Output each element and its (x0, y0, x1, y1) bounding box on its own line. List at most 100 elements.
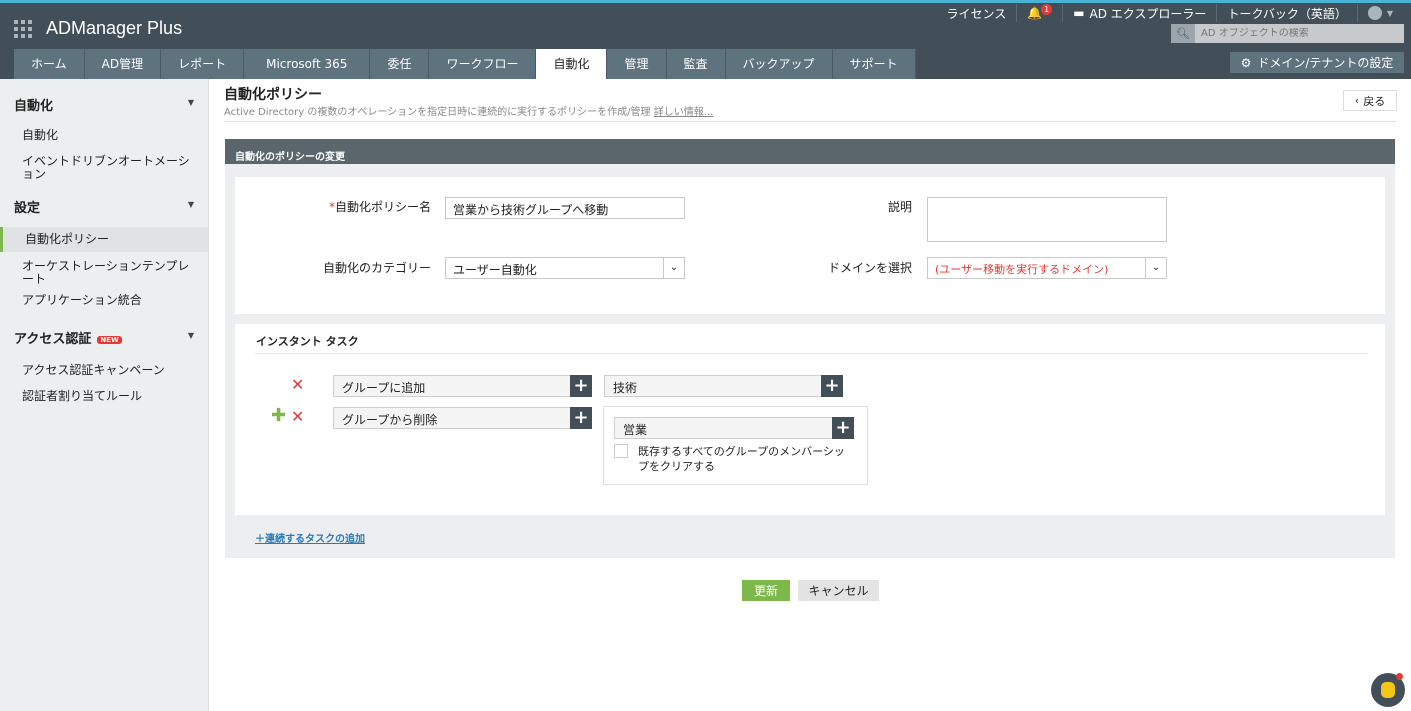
category-value: ユーザー自動化 (453, 263, 537, 277)
description-label: 説明 (887, 200, 912, 214)
caret-down-icon: ▼ (187, 331, 194, 340)
bot-icon (1381, 682, 1395, 698)
plus-icon[interactable]: + (570, 407, 592, 429)
policy-name-input[interactable]: 営業から技術グループへ移動 (445, 197, 685, 219)
clear-membership-checkbox[interactable] (614, 444, 628, 458)
chevron-down-icon: ▼ (1386, 8, 1393, 18)
section-label: 設定 (14, 201, 41, 216)
section-label: アクセス認証 (14, 332, 92, 347)
plus-icon[interactable]: + (570, 375, 592, 397)
divider (255, 353, 1367, 354)
instant-task-box: インスタント タスク ✕ グループに追加 + 技術 + ✚ ✕ グループから削除 + … (235, 324, 1385, 515)
task-1-group-label: 技術 (613, 381, 638, 395)
add-sequential-task-link[interactable]: ＋連続するタスクの追加 (255, 530, 365, 545)
sidebar-item-event-driven[interactable]: イベントドリブンオートメーション (22, 155, 197, 181)
tab-audit[interactable]: 監査 (666, 49, 726, 79)
panel-body: *自動化ポリシー名 営業から技術グループへ移動 説明 自動化のカテゴリー ユーザ… (225, 164, 1395, 558)
cancel-button[interactable]: キャンセル (798, 580, 879, 601)
notification-badge: 1 (1041, 3, 1053, 15)
task-2-action[interactable]: グループから削除 + (333, 407, 592, 429)
app-logo[interactable]: ADManager Plus (46, 18, 182, 39)
panel-header: 自動化のポリシーの変更 (225, 139, 1395, 164)
sidebar-item-orchestration-template[interactable]: オーケストレーションテンプレート (22, 260, 197, 286)
policy-settings-box: *自動化ポリシー名 営業から技術グループへ移動 説明 自動化のカテゴリー ユーザ… (235, 177, 1385, 314)
task-2-options: 営業 + 既存するすべてのグループのメンバーシップをクリアする (603, 406, 868, 485)
domain-settings-button[interactable]: ⚙ ドメイン/テナントの設定 (1230, 52, 1404, 73)
task-2-group-label: 営業 (623, 423, 648, 437)
category-label: 自動化のカテゴリー (322, 261, 431, 275)
top-links: ライセンス 🔔 1 ▬ AD エクスプローラー トークバック（英語） ▼ (936, 3, 1403, 22)
more-info-link[interactable]: 詳しい情報... (654, 107, 714, 118)
sidebar-item-app-integration[interactable]: アプリケーション統合 (22, 294, 197, 307)
user-menu[interactable]: ▼ (1356, 4, 1403, 22)
bell-icon: 🔔 (1027, 6, 1043, 20)
ad-explorer-link[interactable]: ▬ AD エクスプローラー (1062, 4, 1216, 22)
search-input[interactable] (1195, 28, 1395, 39)
sidebar-section-access-cert[interactable]: アクセス認証 NEW ▼ (14, 328, 194, 347)
section-label: 自動化 (14, 99, 54, 114)
task-2-label: グループから削除 (342, 413, 438, 427)
app-grid-icon[interactable] (14, 20, 32, 38)
divider (224, 121, 1396, 122)
tab-home[interactable]: ホーム (14, 49, 85, 79)
new-badge: NEW (97, 335, 122, 344)
task-2-group[interactable]: 営業 + (614, 417, 854, 439)
back-button[interactable]: ‹ 戻る (1343, 90, 1397, 111)
tab-ad-management[interactable]: AD管理 (84, 49, 162, 79)
gear-icon: ⚙ (1240, 55, 1252, 70)
sidebar-section-settings[interactable]: 設定 ▼ (14, 197, 194, 216)
domain-value: (ユーザー移動を実行するドメイン) (935, 263, 1109, 276)
sidebar-section-automation[interactable]: 自動化 ▼ (14, 95, 194, 114)
domain-settings-label: ドメイン/テナントの設定 (1257, 56, 1394, 70)
domain-select[interactable]: (ユーザー移動を実行するドメイン) ⌄ (927, 257, 1167, 279)
sidebar-item-certifier-rules[interactable]: 認証者割り当てルール (22, 390, 197, 403)
chevron-down-icon: ⌄ (663, 258, 684, 278)
search-icon[interactable]: 🔍︎ (1171, 24, 1195, 43)
remove-task-icon[interactable]: ✕ (291, 407, 304, 426)
task-1-group[interactable]: 技術 + (604, 375, 843, 397)
domain-label: ドメインを選択 (827, 261, 912, 275)
page-subtitle: Active Directory の複数のオペレーションを指定日時に連続的に実行… (224, 103, 713, 118)
tab-backup[interactable]: バックアップ (725, 49, 833, 79)
user-avatar-icon (1367, 6, 1382, 20)
tab-microsoft-365[interactable]: Microsoft 365 (244, 49, 371, 79)
talkback-link[interactable]: トークバック（英語） (1216, 4, 1356, 22)
chevron-down-icon: ⌄ (1145, 258, 1166, 278)
sidebar: 自動化 ▼ 自動化 イベントドリブンオートメーション 設定 ▼ 自動化ポリシー オー… (0, 79, 209, 711)
policy-name-label: *自動化ポリシー名 (328, 200, 431, 214)
plus-icon[interactable]: + (832, 417, 854, 439)
remove-task-icon[interactable]: ✕ (291, 375, 304, 394)
add-task-icon[interactable]: ✚ (271, 405, 286, 426)
category-select[interactable]: ユーザー自動化 ⌄ (445, 257, 685, 279)
caret-down-icon: ▼ (187, 200, 194, 209)
tab-admin[interactable]: 管理 (607, 49, 667, 79)
subtitle-text: Active Directory の複数のオペレーションを指定日時に連続的に実行… (224, 107, 651, 118)
plus-icon[interactable]: + (821, 375, 843, 397)
clear-membership-label: 既存するすべてのグループのメンバーシップをクリアする (638, 445, 845, 473)
sidebar-item-automation-policy[interactable]: 自動化ポリシー (0, 227, 208, 252)
update-button[interactable]: 更新 (742, 580, 790, 601)
tab-automation[interactable]: 自動化 (536, 49, 608, 79)
notifications-button[interactable]: 🔔 1 (1016, 3, 1062, 22)
sidebar-item-cert-campaign[interactable]: アクセス認証キャンペーン (22, 364, 197, 377)
ad-explorer-label: AD エクスプローラー (1089, 6, 1207, 21)
caret-down-icon: ▼ (187, 98, 194, 107)
chat-badge-dot (1396, 673, 1403, 680)
task-1-label: グループに追加 (342, 381, 426, 395)
tab-support[interactable]: サポート (832, 49, 916, 79)
ad-object-search: 🔍︎ (1171, 24, 1404, 43)
task-1-action[interactable]: グループに追加 + (333, 375, 592, 397)
back-label: 戻る (1363, 94, 1386, 108)
tab-workflow[interactable]: ワークフロー (429, 49, 537, 79)
sidebar-item-automation[interactable]: 自動化 (22, 129, 197, 142)
tab-delegation[interactable]: 委任 (370, 49, 430, 79)
page-title: 自動化ポリシー (224, 87, 322, 103)
license-link[interactable]: ライセンス (936, 4, 1016, 22)
chat-assistant-button[interactable] (1371, 673, 1405, 707)
main-tabs: ホーム AD管理 レポート Microsoft 365 委任 ワークフロー 自動… (14, 49, 916, 79)
tab-reports[interactable]: レポート (161, 49, 245, 79)
instant-task-title: インスタント タスク (256, 335, 359, 348)
description-textarea[interactable] (927, 197, 1167, 242)
folder-icon: ▬ (1073, 6, 1085, 20)
chevron-left-icon: ‹ (1354, 94, 1360, 107)
